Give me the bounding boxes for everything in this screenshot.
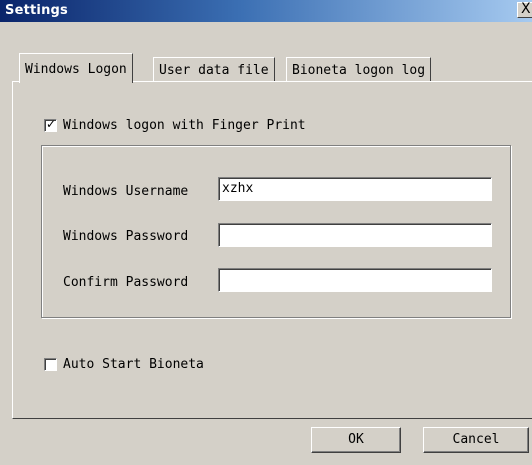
password-input[interactable] bbox=[218, 223, 492, 247]
tab-label: User data file bbox=[159, 63, 269, 78]
close-button[interactable]: X bbox=[517, 1, 532, 18]
tab-label: Bioneta logon log bbox=[292, 63, 426, 78]
title-bar[interactable]: Settings X bbox=[0, 0, 532, 22]
confirm-password-input[interactable] bbox=[218, 268, 492, 292]
finger-print-checkbox-label: Windows logon with Finger Print bbox=[63, 118, 306, 133]
password-label: Windows Password bbox=[63, 229, 189, 244]
tab-label: Windows Logon bbox=[25, 62, 127, 77]
finger-print-checkbox[interactable]: ✓ bbox=[44, 117, 57, 132]
username-input[interactable]: xzhx bbox=[218, 177, 492, 201]
auto-start-checkbox-label: Auto Start Bioneta bbox=[63, 357, 204, 372]
auto-start-checkbox[interactable] bbox=[44, 358, 57, 371]
checkmark-icon: ✓ bbox=[46, 117, 57, 131]
ok-button[interactable]: OK bbox=[311, 427, 401, 453]
auto-start-checkbox-row[interactable]: Auto Start Bioneta bbox=[44, 357, 204, 372]
username-label: Windows Username bbox=[63, 184, 189, 199]
cancel-button[interactable]: Cancel bbox=[423, 427, 529, 453]
settings-dialog: Settings X Windows Logon User data file … bbox=[0, 0, 532, 465]
close-icon: X bbox=[521, 1, 531, 17]
finger-print-checkbox-row[interactable]: ✓ Windows logon with Finger Print bbox=[44, 117, 306, 133]
window-title: Settings bbox=[5, 3, 68, 18]
tab-bioneta-logon-log[interactable]: Bioneta logon log bbox=[286, 57, 432, 81]
tab-user-data-file[interactable]: User data file bbox=[153, 57, 275, 81]
confirm-password-label: Confirm Password bbox=[63, 275, 189, 290]
tab-windows-logon[interactable]: Windows Logon bbox=[19, 53, 133, 83]
